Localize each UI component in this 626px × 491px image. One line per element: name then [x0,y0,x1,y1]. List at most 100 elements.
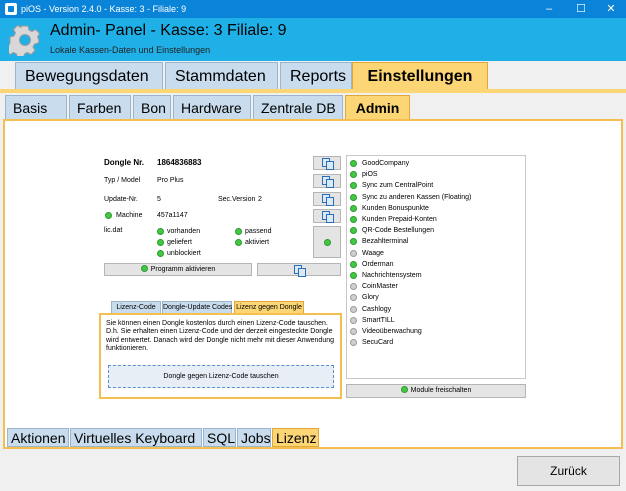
status-geliefert: geliefert [167,239,192,246]
tab-hardware[interactable]: Hardware [173,95,251,120]
tab-reports[interactable]: Reports [280,62,352,90]
module-item[interactable]: Videoüberwachung [347,326,422,337]
close-icon[interactable]: ✕ [596,0,626,18]
tab-bon[interactable]: Bon [133,95,171,120]
module-name: Cashlogy [362,305,392,313]
module-item[interactable]: Sync zu anderen Kassen (Floating) [347,192,471,203]
minimize-icon[interactable]: – [534,0,564,18]
module-name: Orderman [362,260,394,268]
status-aktiviert: aktiviert [245,239,270,246]
tab-zentrale-db[interactable]: Zentrale DB [253,95,343,120]
module-item[interactable]: Nachrichtensystem [347,270,422,281]
copy-icon [322,158,334,170]
module-name: Kunden Prepaid-Konten [362,216,437,223]
update-nr-value: 5 [157,196,161,203]
main-tab-strip [0,89,626,93]
module-name: QR-Code Bestellungen [362,227,434,235]
copy-icon [322,176,334,188]
copy-machine-button[interactable] [313,209,341,223]
module-item[interactable]: Waage [347,248,384,259]
copy-icon [294,264,306,277]
module-item[interactable]: GoodCompany [347,158,409,169]
tab-aktionen[interactable]: Aktionen [7,428,69,447]
module-name: piOS [362,171,378,179]
tab-virtuelles-keyboard[interactable]: Virtuelles Keyboard [70,428,202,447]
vorhanden-icon [157,228,164,235]
modules-list[interactable]: GoodCompany piOS Sync zum CentralPoint Sync… [346,155,526,379]
tab-farben[interactable]: Farben [69,95,131,120]
program-activate-label: Programm aktivieren [150,266,216,273]
module-name: SmartTILL [362,316,395,324]
module-item[interactable]: Glory [347,292,379,303]
copy-typ-button[interactable] [313,174,341,188]
module-name: Glory [362,294,379,302]
module-item[interactable]: SmartTILL [347,315,395,326]
module-name: SecuCard [362,339,394,347]
program-activate-button[interactable]: Programm aktivieren [104,263,252,276]
module-active-icon [350,182,357,190]
module-name: Waage [362,249,384,257]
lizenz-gegen-dongle-panel: Sie können einen Dongle kostenlos durch … [99,313,342,399]
module-inactive-icon [350,305,357,313]
copy-all-button[interactable] [257,263,341,277]
module-item[interactable]: CoinMaster [347,281,398,292]
module-active-icon [350,260,357,268]
module-name: Bezahlterminal [362,238,409,246]
sec-version-value: 2 [258,196,262,203]
module-item[interactable]: SecuCard [347,337,393,348]
module-inactive-icon [350,339,357,347]
tab-jobs[interactable]: Jobs [237,428,271,447]
app-header: Admin- Panel - Kasse: 3 Filiale: 9 Lokal… [0,18,626,61]
tab-basis[interactable]: Basis [5,95,67,120]
module-item[interactable]: Kunden Prepaid-Konten [347,214,437,225]
modules-unlock-button[interactable]: Module freischalten [346,384,526,398]
tab-stammdaten[interactable]: Stammdaten [165,62,278,90]
dongle-exchange-button[interactable]: Dongle gegen Lizenz-Code tauschen [108,365,334,388]
update-nr-label: Update-Nr. [104,196,138,203]
unblockiert-icon [157,250,164,257]
back-button[interactable]: Zurück [517,456,620,486]
passend-icon [235,228,242,235]
module-active-icon [350,272,357,279]
module-item[interactable]: Sync zum CentralPoint [347,180,433,191]
copy-icon [322,211,334,223]
module-item[interactable]: Bezahlterminal [347,236,408,247]
tab-admin[interactable]: Admin [345,95,410,120]
page-subtitle: Lokale Kassen-Daten und Einstellungen [50,45,211,55]
module-item[interactable]: QR-Code Bestellungen [347,225,434,236]
tab-lizenz[interactable]: Lizenz [272,428,319,447]
modules-unlock-label: Module freischalten [410,387,472,394]
status-dot-icon [324,239,331,246]
copy-dongle-nr-button[interactable] [313,156,341,170]
module-name: Sync zum CentralPoint [362,182,434,190]
activate-icon [140,265,148,272]
module-item[interactable]: piOS [347,169,378,180]
module-name: Videoüberwachung [362,328,422,335]
module-item[interactable]: Cashlogy [347,304,391,315]
module-active-icon [350,227,357,235]
gear-icon [9,24,41,56]
module-inactive-icon [350,249,357,257]
window-titlebar: piOS - Version 2.4.0 - Kasse: 3 - Filial… [0,0,626,18]
status-vorhanden: vorhanden [167,228,201,235]
module-name: Sync zu anderen Kassen (Floating) [362,193,472,201]
tab-sql[interactable]: SQL [203,428,236,447]
refresh-status-button[interactable] [313,226,341,258]
tab-bewegungsdaten[interactable]: Bewegungsdaten [15,62,163,90]
maximize-icon[interactable]: ☐ [566,0,596,18]
dongle-nr-value: 1864836883 [157,158,202,167]
copy-update-button[interactable] [313,192,341,206]
unlock-icon [400,386,408,393]
module-item[interactable]: Kunden Bonuspunkte [347,203,429,214]
geliefert-icon [157,239,164,246]
window-title: piOS - Version 2.4.0 - Kasse: 3 - Filial… [21,4,187,14]
module-item[interactable]: Orderman [347,259,394,270]
sec-version-label: Sec.Version [218,196,256,203]
dongle-nr-label: Dongle Nr. [104,158,145,167]
module-active-icon [350,238,357,246]
tab-einstellungen[interactable]: Einstellungen [352,62,488,90]
status-passend: passend [245,228,272,235]
app-icon [5,3,17,15]
page-title: Admin- Panel - Kasse: 3 Filiale: 9 [50,22,287,39]
licdat-label: lic.dat [104,227,123,234]
